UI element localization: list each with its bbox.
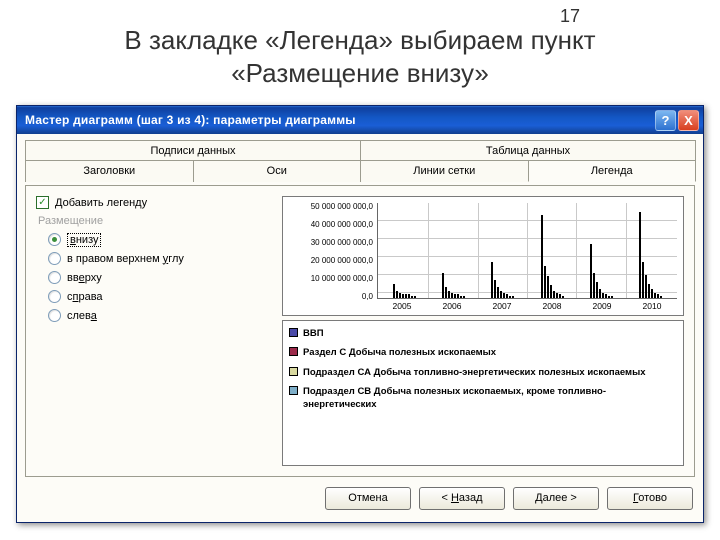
- close-button[interactable]: X: [678, 110, 699, 131]
- placement-option-1[interactable]: в правом верхнем углу: [48, 252, 276, 265]
- placement-option-0[interactable]: внизу: [48, 233, 276, 246]
- chart-preview-column: 50 000 000 000,040 000 000 000,030 000 0…: [282, 196, 684, 466]
- placement-radio-3[interactable]: [48, 290, 61, 303]
- legend-swatch-icon: [289, 386, 298, 395]
- placement-option-4[interactable]: слева: [48, 309, 276, 322]
- placement-option-2[interactable]: вверху: [48, 271, 276, 284]
- show-legend-label: Добавить легенду: [55, 197, 147, 209]
- bar-group-0: [380, 203, 429, 298]
- tab-axes[interactable]: Оси: [193, 160, 362, 182]
- back-button[interactable]: < Назад: [419, 487, 505, 510]
- placement-label-4: слева: [67, 310, 97, 322]
- titlebar[interactable]: Мастер диаграмм (шаг 3 из 4): параметры …: [17, 106, 703, 134]
- placement-label-0: внизу: [67, 234, 101, 246]
- close-icon: X: [684, 113, 693, 128]
- x-axis-labels: 200520062007200820092010: [377, 301, 677, 313]
- placement-radio-0[interactable]: [48, 233, 61, 246]
- button-row: Отмена < Назад Далее > Готово: [25, 477, 695, 512]
- tab-data-labels[interactable]: Подписи данных: [25, 140, 361, 162]
- cancel-button[interactable]: Отмена: [325, 487, 411, 510]
- bar-group-1: [429, 203, 478, 298]
- legend-options: ✓ Добавить легенду Размещение внизу в пра…: [36, 196, 276, 466]
- slide-title-line2: «Размещение внизу»: [231, 58, 489, 88]
- slide-title-line1: В закладке «Легенда» выбираем пункт: [124, 25, 595, 55]
- placement-label-2: вверху: [67, 272, 102, 284]
- client-area: Подписи данных Таблица данных Заголовки …: [17, 134, 703, 522]
- tabstrip: Подписи данных Таблица данных Заголовки …: [25, 140, 695, 186]
- next-button[interactable]: Далее >: [513, 487, 599, 510]
- legend-swatch-icon: [289, 328, 298, 337]
- chart-legend-preview: ВВП Раздел С Добыча полезных ископаемых По…: [282, 320, 684, 466]
- window-title: Мастер диаграмм (шаг 3 из 4): параметры …: [25, 113, 653, 127]
- legend-swatch-icon: [289, 347, 298, 356]
- slide-number: 17: [560, 6, 580, 27]
- bar-group-4: [577, 203, 626, 298]
- y-axis-labels: 50 000 000 000,040 000 000 000,030 000 0…: [285, 201, 375, 313]
- wizard-window: Мастер диаграмм (шаг 3 из 4): параметры …: [16, 105, 704, 523]
- placement-radio-2[interactable]: [48, 271, 61, 284]
- chart-preview: 50 000 000 000,040 000 000 000,030 000 0…: [282, 196, 684, 316]
- tab-gridlines[interactable]: Линии сетки: [360, 160, 529, 182]
- placement-label-3: справа: [67, 291, 103, 303]
- tab-data-table[interactable]: Таблица данных: [360, 140, 696, 162]
- legend-item-3: Подраздел СВ Добыча полезных ископаемых,…: [289, 385, 677, 412]
- bar-group-3: [528, 203, 577, 298]
- finish-button[interactable]: Готово: [607, 487, 693, 510]
- plot-area: [377, 203, 677, 299]
- bar-group-2: [479, 203, 528, 298]
- slide-title: В закладке «Легенда» выбираем пункт «Раз…: [0, 0, 720, 97]
- placement-group-label: Размещение: [38, 215, 276, 227]
- show-legend-checkbox[interactable]: ✓: [36, 196, 49, 209]
- legend-swatch-icon: [289, 367, 298, 376]
- placement-radio-4[interactable]: [48, 309, 61, 322]
- legend-panel: ✓ Добавить легенду Размещение внизу в пра…: [25, 185, 695, 477]
- legend-item-2: Подраздел СА Добыча топливно-энергетичес…: [289, 366, 677, 379]
- legend-item-1: Раздел С Добыча полезных ископаемых: [289, 346, 677, 359]
- help-icon: ?: [662, 113, 670, 128]
- placement-label-1: в правом верхнем углу: [67, 253, 184, 265]
- legend-item-0: ВВП: [289, 327, 677, 340]
- tab-titles[interactable]: Заголовки: [25, 160, 194, 182]
- help-button[interactable]: ?: [655, 110, 676, 131]
- tab-legend[interactable]: Легенда: [528, 160, 697, 182]
- placement-radio-1[interactable]: [48, 252, 61, 265]
- placement-option-3[interactable]: справа: [48, 290, 276, 303]
- bar-group-5: [627, 203, 675, 298]
